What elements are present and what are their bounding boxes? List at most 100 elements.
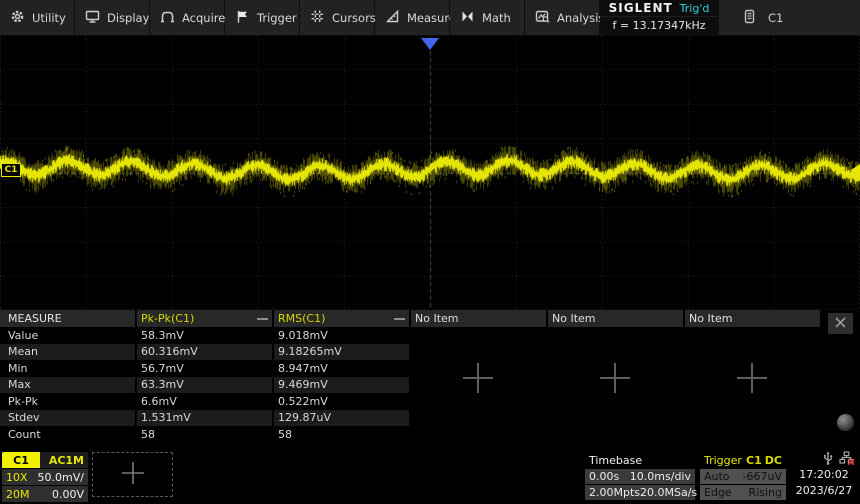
close-button[interactable] bbox=[828, 313, 853, 334]
add-channel-button[interactable] bbox=[92, 452, 173, 497]
menu-item-label: Utility bbox=[32, 11, 66, 25]
measure-col-header-empty-2[interactable]: No Item bbox=[548, 310, 683, 327]
trigger-type: Edge bbox=[704, 486, 732, 499]
trigger-status-badge: Trig'd bbox=[680, 2, 710, 15]
cell-rms-pkpk: 0.522mV bbox=[274, 393, 409, 410]
table-row: Max 63.3mV 9.469mV bbox=[0, 377, 860, 394]
add-measure-button[interactable] bbox=[598, 361, 632, 395]
menu-item-cursors[interactable]: Cursors bbox=[300, 0, 374, 35]
minus-icon[interactable] bbox=[394, 318, 405, 320]
measure-title: MEASURE bbox=[0, 310, 135, 327]
cell-rms-mean: 9.18265mV bbox=[274, 344, 409, 361]
cell-pkpk-max: 63.3mV bbox=[137, 377, 272, 394]
math-icon bbox=[460, 9, 475, 27]
measure-col-header-pkpk[interactable]: Pk-Pk(C1) bbox=[137, 310, 272, 327]
timebase-points: 2.00Mpts bbox=[589, 486, 640, 499]
menu-item-utility[interactable]: Utility bbox=[0, 0, 74, 35]
menu-item-math[interactable]: Math bbox=[450, 0, 524, 35]
channel-scale: 50.0mV/ bbox=[38, 471, 84, 484]
trigger-flag-icon bbox=[235, 9, 250, 27]
trigger-title: Trigger bbox=[704, 454, 742, 467]
display-icon bbox=[85, 9, 100, 27]
trigger-source: C1 bbox=[746, 454, 762, 467]
table-row: Mean 60.316mV 9.18265mV bbox=[0, 344, 860, 361]
measure-col-header-rms[interactable]: RMS(C1) bbox=[274, 310, 409, 327]
table-row: Stdev 1.531mV 129.87uV bbox=[0, 410, 860, 427]
cell-pkpk-value: 58.3mV bbox=[137, 327, 272, 344]
table-row: Pk-Pk 6.6mV 0.522mV bbox=[0, 393, 860, 410]
channel-menu-label: C1 bbox=[768, 11, 783, 25]
cell-rms-min: 8.947mV bbox=[274, 360, 409, 377]
menu-item-label: Analysis bbox=[557, 11, 604, 25]
row-label: Min bbox=[0, 360, 135, 377]
close-icon bbox=[834, 316, 847, 332]
top-menu-bar: Utility Display Acquire Trigger Cursors … bbox=[0, 0, 860, 35]
channel-bandwidth: 20M bbox=[6, 488, 30, 501]
menu-item-label: Display bbox=[107, 11, 149, 25]
acquire-icon bbox=[160, 9, 175, 27]
measure-col-label: No Item bbox=[415, 312, 459, 325]
menu-item-analysis[interactable]: Analysis bbox=[525, 0, 599, 35]
measure-icon bbox=[385, 9, 400, 27]
cell-pkpk-stdev: 1.531mV bbox=[137, 410, 272, 427]
frequency-counter: f = 13.17347kHz bbox=[613, 19, 706, 32]
clock-date: 2023/6/27 bbox=[790, 483, 858, 499]
channel-name-chip: C1 bbox=[2, 452, 40, 468]
channel-arrow-icon bbox=[21, 165, 27, 175]
row-label: Value bbox=[0, 327, 135, 344]
timebase-sample-rate: 20.0MSa/s bbox=[640, 486, 697, 499]
cell-rms-value: 9.018mV bbox=[274, 327, 409, 344]
clock-block: 17:20:02 2023/6/27 bbox=[790, 452, 858, 499]
channel-offset: 0.00V bbox=[52, 488, 84, 501]
timebase-scale: 10.0ms/div bbox=[630, 470, 691, 483]
menu-item-display[interactable]: Display bbox=[75, 0, 149, 35]
siglent-logo: SIGLENT bbox=[609, 1, 673, 15]
menu-list-icon bbox=[743, 9, 756, 27]
cell-rms-max: 9.469mV bbox=[274, 377, 409, 394]
plus-icon bbox=[120, 460, 146, 489]
channel-coupling: AC1M bbox=[40, 452, 88, 468]
measure-col-label: No Item bbox=[552, 312, 596, 325]
menu-item-trigger[interactable]: Trigger bbox=[225, 0, 299, 35]
menu-item-measure[interactable]: Measure bbox=[375, 0, 449, 35]
timebase-delay: 0.00s bbox=[589, 470, 619, 483]
minus-icon[interactable] bbox=[257, 318, 268, 320]
cell-pkpk-pkpk: 6.6mV bbox=[137, 393, 272, 410]
measure-col-header-empty-3[interactable]: No Item bbox=[685, 310, 820, 327]
lan-disconnected-icon bbox=[839, 451, 855, 468]
measure-col-label: Pk-Pk(C1) bbox=[141, 312, 194, 325]
table-row: Min 56.7mV 8.947mV bbox=[0, 360, 860, 377]
cell-pkpk-count: 58 bbox=[137, 426, 272, 443]
measure-header-row: MEASURE Pk-Pk(C1) RMS(C1) No Item No Ite… bbox=[0, 310, 860, 327]
cell-pkpk-min: 56.7mV bbox=[137, 360, 272, 377]
oscilloscope-screen: Utility Display Acquire Trigger Cursors … bbox=[0, 0, 860, 504]
timebase-descriptor-box[interactable]: Timebase 0.00s 10.0ms/div 2.00Mpts 20.0M… bbox=[585, 453, 695, 500]
row-label: Count bbox=[0, 426, 135, 443]
add-measure-button[interactable] bbox=[461, 361, 495, 395]
trigger-level: -667uV bbox=[743, 470, 782, 483]
trigger-position-icon[interactable] bbox=[421, 38, 439, 50]
trigger-descriptor-box[interactable]: Trigger C1 DC Auto -667uV Edge Rising bbox=[700, 453, 786, 500]
trigger-mode: Auto bbox=[704, 470, 730, 483]
menu-item-label: Measure bbox=[407, 11, 456, 25]
trigger-level-icon[interactable] bbox=[851, 164, 860, 176]
bottom-bar: C1 AC1M 10X 50.0mV/ 20M 0.00V Timebase 0… bbox=[0, 450, 860, 504]
row-label: Pk-Pk bbox=[0, 393, 135, 410]
channel-menu-button[interactable]: C1 bbox=[719, 0, 860, 35]
analysis-icon bbox=[535, 9, 550, 27]
menu-item-label: Acquire bbox=[182, 11, 225, 25]
cell-rms-stdev: 129.87uV bbox=[274, 410, 409, 427]
table-row: Value 58.3mV 9.018mV bbox=[0, 327, 860, 344]
clock-time: 17:20:02 bbox=[790, 467, 858, 483]
measure-table: Value 58.3mV 9.018mV Mean 60.316mV 9.182… bbox=[0, 327, 860, 443]
cell-pkpk-mean: 60.316mV bbox=[137, 344, 272, 361]
channel-descriptor-box[interactable]: C1 AC1M 10X 50.0mV/ 20M 0.00V bbox=[2, 452, 88, 502]
trigger-slope: Rising bbox=[749, 486, 782, 499]
measure-panel: MEASURE Pk-Pk(C1) RMS(C1) No Item No Ite… bbox=[0, 310, 860, 450]
cell-rms-count: 58 bbox=[274, 426, 409, 443]
menu-item-acquire[interactable]: Acquire bbox=[150, 0, 224, 35]
add-measure-button[interactable] bbox=[735, 361, 769, 395]
drag-handle-orb[interactable] bbox=[837, 414, 854, 431]
measure-col-header-empty-1[interactable]: No Item bbox=[411, 310, 546, 327]
channel-level-marker[interactable]: C1 bbox=[1, 163, 27, 177]
